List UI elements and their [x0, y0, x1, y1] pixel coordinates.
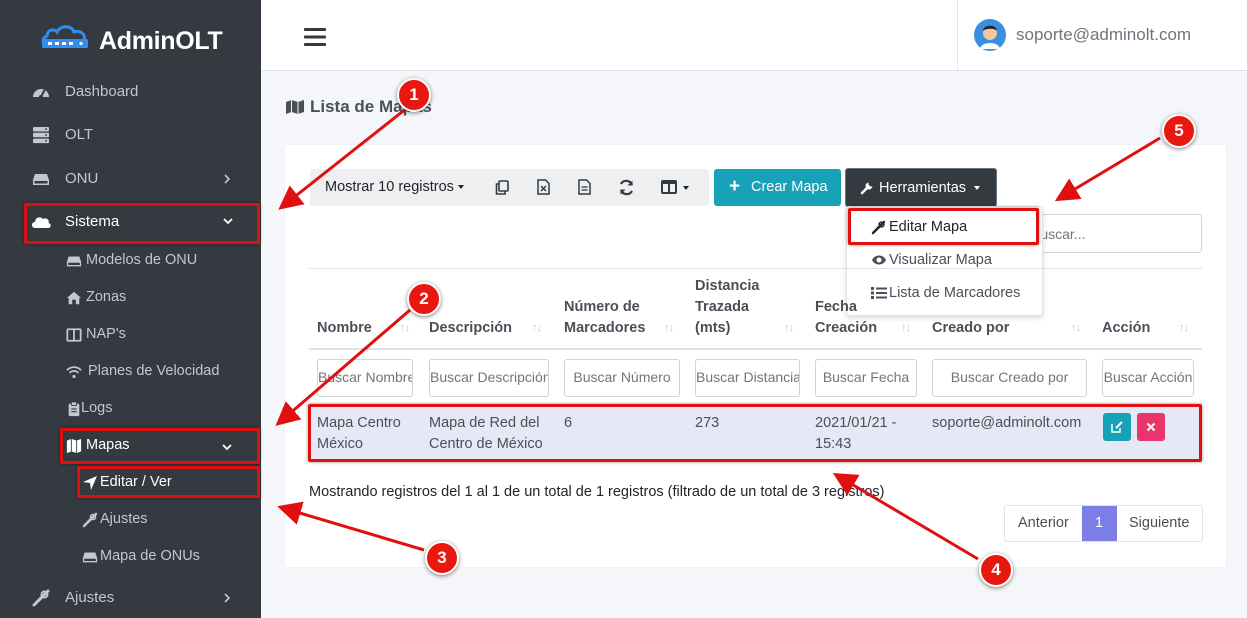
- arrow-1: [278, 106, 408, 210]
- annotation-badge-4: 4: [979, 553, 1013, 587]
- arrow-5: [1054, 136, 1161, 202]
- annotation-badge-5: 5: [1162, 114, 1196, 148]
- annotation-arrows: [275, 106, 1161, 561]
- arrow-2: [275, 308, 411, 426]
- annotation-badge-1: 1: [397, 78, 431, 112]
- annotation-badge-3: 3: [425, 541, 459, 575]
- annotation-badge-2: 2: [407, 282, 441, 316]
- arrow-4: [832, 472, 979, 561]
- arrow-3: [277, 501, 425, 552]
